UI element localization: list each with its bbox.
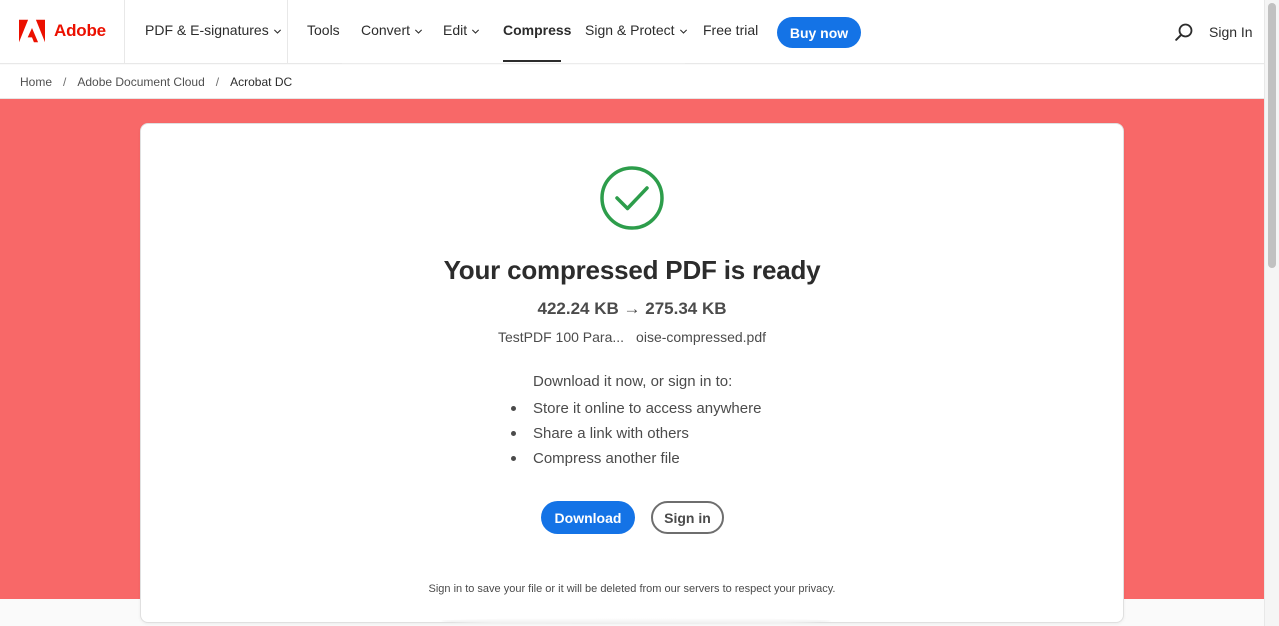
file-name-start: TestPDF 100 Para... — [497, 329, 625, 345]
file-name: TestPDF 100 Para... oise-compressed.pdf — [141, 329, 1123, 345]
nav-tools[interactable]: Tools — [307, 22, 340, 38]
nav-free-trial[interactable]: Free trial — [703, 22, 758, 38]
nav-label: Convert — [361, 22, 411, 38]
original-size: 422.24 KB — [537, 299, 619, 318]
breadcrumb-current: Acrobat DC — [230, 74, 293, 89]
global-nav: Adobe PDF & E-signatures Tools Convert E… — [0, 0, 1264, 64]
nav-label: PDF & E-signatures — [145, 22, 269, 38]
breadcrumb-separator: / — [215, 74, 220, 89]
nav-divider — [287, 0, 288, 64]
nav-label: Edit — [443, 22, 468, 38]
breadcrumb-home[interactable]: Home — [20, 75, 52, 89]
brand-name: Adobe — [54, 21, 106, 40]
nav-label: Compress — [503, 22, 572, 38]
list-item: Share a link with others — [511, 424, 761, 449]
nav-pdf-e-signatures[interactable]: PDF & E-signatures — [145, 22, 282, 38]
sign-in-intro: Download it now, or sign in to: — [533, 373, 733, 390]
adobe-logo-icon — [19, 19, 45, 43]
check-circle-icon — [600, 166, 664, 230]
nav-divider — [124, 0, 125, 64]
chevron-down-icon — [414, 28, 423, 34]
compressed-size: 275.34 KB — [645, 299, 727, 318]
breadcrumb-separator: / — [63, 74, 67, 89]
scrollbar-thumb[interactable] — [1268, 3, 1276, 268]
nav-edit[interactable]: Edit — [443, 22, 480, 38]
nav-sign-protect[interactable]: Sign & Protect — [585, 22, 688, 38]
privacy-note: Sign in to save your file or it will be … — [428, 583, 836, 595]
list-item: Compress another file — [511, 449, 761, 474]
nav-label: Tools — [307, 22, 340, 38]
download-button[interactable]: Download — [541, 501, 635, 534]
breadcrumb-document-cloud[interactable]: Adobe Document Cloud — [77, 75, 204, 89]
nav-label: Sign & Protect — [585, 22, 675, 38]
nav-separator-line — [342, 63, 685, 64]
size-comparison: 422.24 KB → 275.34 KB — [141, 299, 1123, 319]
chevron-down-icon — [472, 28, 480, 34]
benefits-list: Store it online to access anywhere Share… — [511, 399, 761, 474]
sign-in-button[interactable]: Sign in — [651, 501, 724, 534]
result-title: Your compressed PDF is ready — [443, 255, 821, 285]
list-item: Store it online to access anywhere — [511, 399, 761, 424]
nav-convert[interactable]: Convert — [361, 22, 423, 38]
nav-compress[interactable]: Compress — [503, 22, 571, 38]
adobe-logo[interactable]: Adobe — [19, 19, 106, 43]
chevron-down-icon — [679, 28, 687, 34]
sign-in-link[interactable]: Sign In — [1209, 24, 1253, 40]
page-scrollbar[interactable] — [1264, 0, 1279, 626]
breadcrumb: Home / Adobe Document Cloud / Acrobat DC — [0, 65, 1264, 99]
chevron-down-icon — [273, 28, 281, 34]
file-name-end: oise-compressed.pdf — [636, 329, 766, 345]
nav-label: Free trial — [703, 22, 759, 38]
search-icon[interactable] — [1175, 23, 1193, 41]
active-tab-indicator — [503, 60, 561, 62]
result-card: Your compressed PDF is ready 422.24 KB →… — [140, 123, 1124, 624]
card-footer-shadow — [441, 618, 831, 624]
buy-now-button[interactable]: Buy now — [777, 17, 861, 48]
arrow-right-icon: → — [623, 299, 641, 318]
